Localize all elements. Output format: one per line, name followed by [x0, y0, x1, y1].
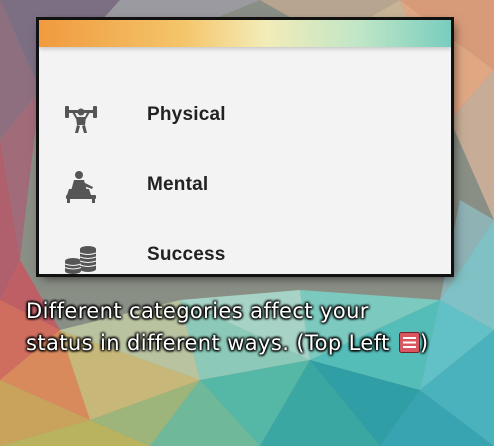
caption-line-2: status in different ways. (Top Left )	[26, 327, 486, 359]
coin-stack-icon	[64, 246, 97, 274]
menu-item-label: Mental	[147, 174, 209, 195]
menu-item-label: Physical	[147, 104, 226, 125]
weightlifter-icon	[65, 106, 97, 133]
caption: Different categories affect your status …	[26, 295, 486, 359]
menu-item-physical[interactable]: Physical	[39, 87, 451, 147]
caption-line-2-end: )	[419, 331, 429, 355]
category-menu-card: Physical Mental Success	[39, 20, 451, 274]
menu-icon	[398, 332, 420, 353]
caption-line-2-text: status in different ways. (Top Left	[26, 331, 397, 355]
meditation-icon	[66, 171, 96, 203]
menu-item-success[interactable]: Success	[39, 227, 451, 274]
caption-line-1: Different categories affect your	[26, 299, 369, 323]
menu-item-mental[interactable]: Mental	[39, 157, 451, 217]
gradient-header-bar	[39, 20, 451, 47]
menu-item-label: Success	[147, 244, 226, 265]
